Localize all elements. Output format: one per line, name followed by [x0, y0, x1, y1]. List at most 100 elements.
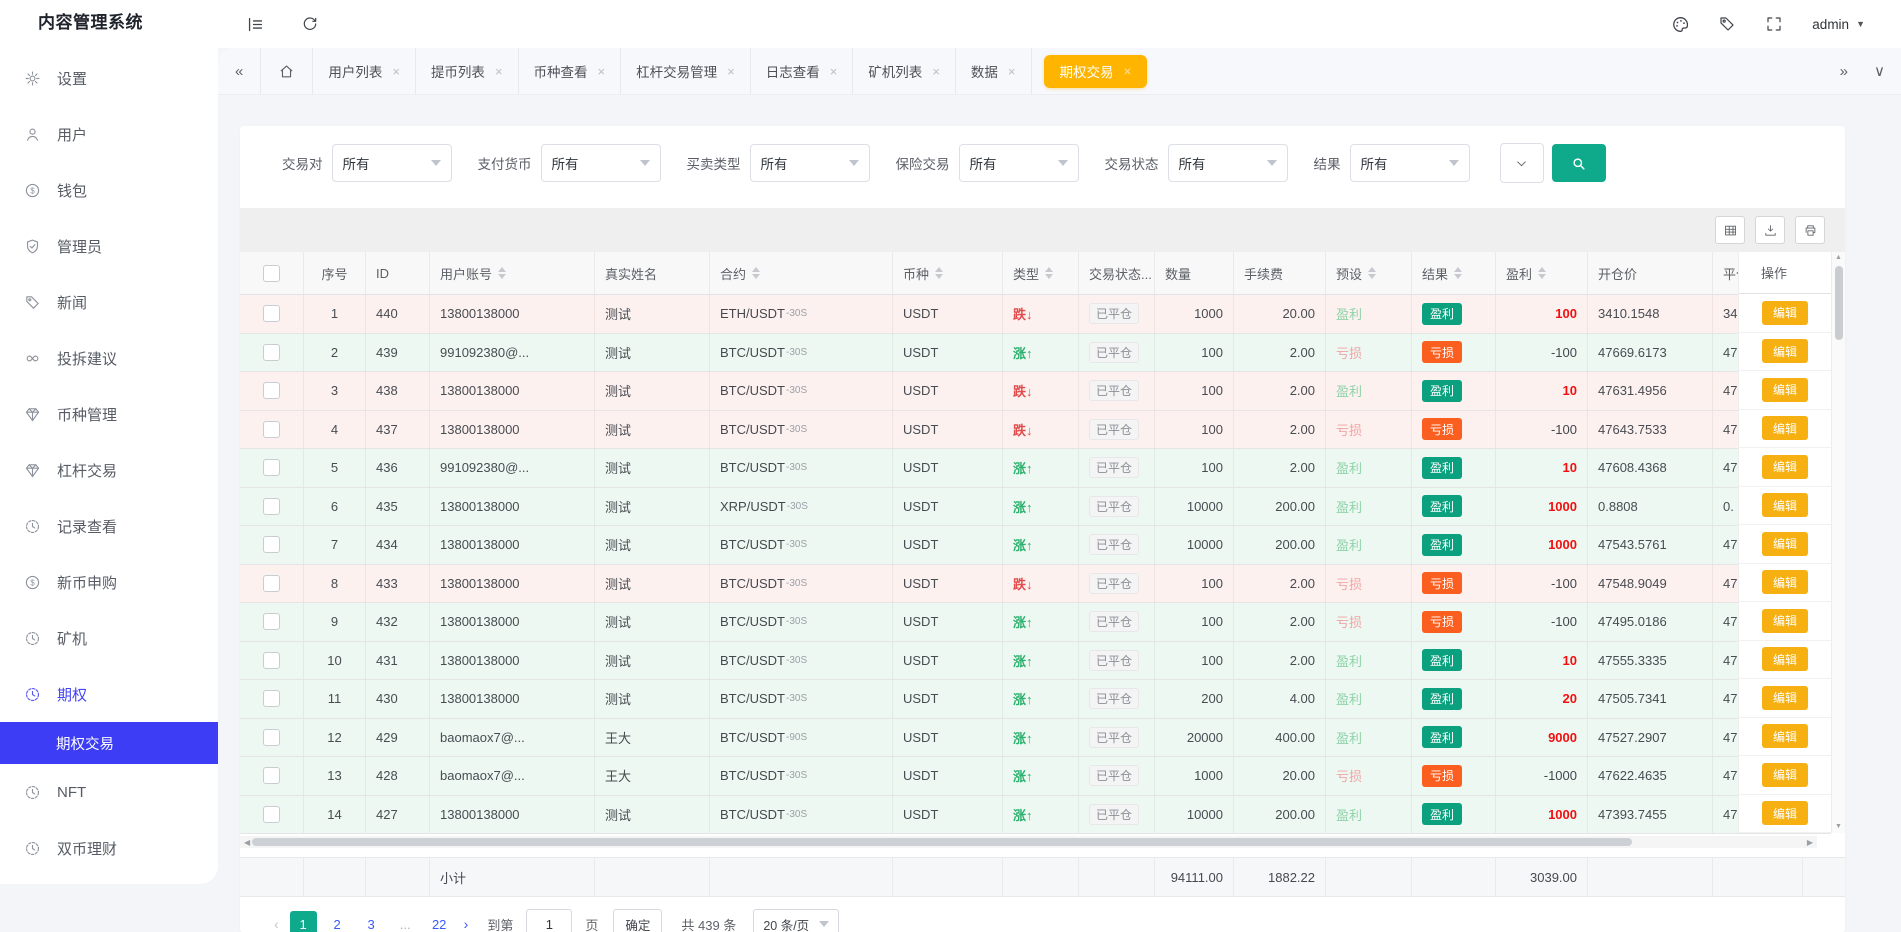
sort-icon[interactable]	[752, 267, 760, 279]
sidebar-item-users[interactable]: 用户	[0, 106, 218, 162]
sidebar-item-nft[interactable]: NFT	[0, 764, 218, 820]
edit-button[interactable]: 编辑	[1762, 416, 1808, 440]
tabs-menu-icon[interactable]: ∨	[1874, 62, 1885, 80]
sidebar-item-leverage[interactable]: 杠杆交易	[0, 442, 218, 498]
scroll-up-icon[interactable]: ▲	[1835, 252, 1842, 264]
edit-button[interactable]: 编辑	[1762, 647, 1808, 671]
row-checkbox[interactable]	[263, 729, 280, 746]
sort-icon[interactable]	[1538, 267, 1546, 279]
tab-log-view[interactable]: 日志查看×	[751, 48, 854, 94]
col-header-result[interactable]: 结果	[1412, 252, 1496, 294]
sort-icon[interactable]	[1045, 267, 1053, 279]
tab-data[interactable]: 数据×	[956, 48, 1032, 94]
next-page-icon[interactable]: ›	[460, 916, 473, 932]
row-checkbox[interactable]	[263, 613, 280, 630]
tab-withdraw-list[interactable]: 提币列表×	[416, 48, 519, 94]
tabs-scroll-left-icon[interactable]: «	[218, 48, 261, 94]
search-button[interactable]	[1552, 144, 1606, 182]
user-menu[interactable]: admin ▼	[1812, 17, 1865, 32]
row-checkbox[interactable]	[263, 806, 280, 823]
print-icon[interactable]	[1795, 216, 1825, 244]
row-checkbox[interactable]	[263, 498, 280, 515]
refresh-icon[interactable]	[301, 15, 320, 34]
col-header-account[interactable]: 用户账号	[430, 252, 595, 294]
tab-coin-view[interactable]: 币种查看×	[519, 48, 622, 94]
pagination-page-22[interactable]: 22	[426, 911, 453, 932]
filter-select-pay-currency[interactable]: 所有	[541, 144, 661, 182]
edit-button[interactable]: 编辑	[1762, 724, 1808, 748]
tab-miner-list[interactable]: 矿机列表×	[853, 48, 956, 94]
sidebar-item-news[interactable]: 新闻	[0, 274, 218, 330]
filter-select-trade-status[interactable]: 所有	[1168, 144, 1288, 182]
tab-leverage-mgmt[interactable]: 杠杆交易管理×	[621, 48, 751, 94]
row-checkbox[interactable]	[263, 421, 280, 438]
sidebar-item-options[interactable]: 期权	[0, 666, 218, 722]
export-download-icon[interactable]	[1755, 216, 1785, 244]
pagination-page-2[interactable]: 2	[324, 911, 351, 932]
columns-grid-icon[interactable]	[1715, 216, 1745, 244]
col-header-coin[interactable]: 币种	[893, 252, 1003, 294]
fullscreen-icon[interactable]	[1765, 15, 1784, 34]
collapse-menu-icon[interactable]	[246, 15, 265, 34]
col-header-status[interactable]: 交易状态...	[1079, 252, 1155, 294]
edit-button[interactable]: 编辑	[1762, 609, 1808, 633]
edit-button[interactable]: 编辑	[1762, 339, 1808, 363]
prev-page-icon[interactable]: ‹	[270, 916, 283, 932]
tab-close-icon[interactable]: ×	[932, 64, 940, 79]
row-checkbox[interactable]	[263, 767, 280, 784]
home-tab-icon[interactable]	[261, 48, 313, 94]
filter-select-pair[interactable]: 所有	[332, 144, 452, 182]
sidebar-item-miner[interactable]: 矿机	[0, 610, 218, 666]
edit-button[interactable]: 编辑	[1762, 493, 1808, 517]
row-checkbox[interactable]	[263, 382, 280, 399]
tab-user-list[interactable]: 用户列表×	[313, 48, 416, 94]
sidebar-item-dual-finance[interactable]: 双币理财	[0, 820, 218, 876]
vertical-scrollbar[interactable]: ▲ ▼	[1831, 252, 1845, 833]
edit-button[interactable]: 编辑	[1762, 378, 1808, 402]
confirm-button[interactable]: 确定	[613, 909, 662, 932]
horizontal-scrollbar[interactable]: ◀ ▶	[240, 836, 1817, 848]
tab-close-icon[interactable]: ×	[727, 64, 735, 79]
col-header-contract[interactable]: 合约	[710, 252, 893, 294]
edit-button[interactable]: 编辑	[1762, 532, 1808, 556]
filter-select-insurance[interactable]: 所有	[959, 144, 1079, 182]
tag-icon[interactable]	[1718, 15, 1737, 34]
vertical-scroll-thumb[interactable]	[1835, 266, 1843, 340]
tab-options-trade[interactable]: 期权交易×	[1044, 55, 1148, 88]
edit-button[interactable]: 编辑	[1762, 801, 1808, 825]
edit-button[interactable]: 编辑	[1762, 455, 1808, 479]
scroll-right-icon[interactable]: ▶	[1805, 838, 1815, 847]
row-checkbox[interactable]	[263, 652, 280, 669]
sidebar-item-settings[interactable]: 设置	[0, 50, 218, 106]
filter-select-result[interactable]: 所有	[1350, 144, 1470, 182]
sidebar-item-admins[interactable]: 管理员	[0, 218, 218, 274]
edit-button[interactable]: 编辑	[1762, 301, 1808, 325]
palette-icon[interactable]	[1671, 15, 1690, 34]
pagination-page-1[interactable]: 1	[290, 911, 317, 932]
page-size-select[interactable]: 20 条/页	[753, 909, 839, 932]
edit-button[interactable]: 编辑	[1762, 570, 1808, 594]
sort-icon[interactable]	[498, 267, 506, 279]
col-header-profit[interactable]: 盈利	[1496, 252, 1588, 294]
header-checkbox[interactable]	[263, 265, 280, 282]
col-header-preset[interactable]: 预设	[1326, 252, 1412, 294]
goto-page-input[interactable]	[526, 909, 572, 932]
row-checkbox[interactable]	[263, 305, 280, 322]
tab-close-icon[interactable]: ×	[598, 64, 606, 79]
tab-close-icon[interactable]: ×	[392, 64, 400, 79]
tab-close-icon[interactable]: ×	[1008, 64, 1016, 79]
row-checkbox[interactable]	[263, 575, 280, 592]
filter-expand-button[interactable]	[1500, 143, 1544, 183]
sidebar-item-currency[interactable]: 币种管理	[0, 386, 218, 442]
filter-select-trade-type[interactable]: 所有	[750, 144, 870, 182]
horizontal-scroll-thumb[interactable]	[252, 838, 1632, 846]
sort-icon[interactable]	[1368, 267, 1376, 279]
sort-icon[interactable]	[1454, 267, 1462, 279]
scroll-down-icon[interactable]: ▼	[1835, 821, 1842, 833]
tab-close-icon[interactable]: ×	[495, 64, 503, 79]
col-header-type[interactable]: 类型	[1003, 252, 1079, 294]
row-checkbox[interactable]	[263, 344, 280, 361]
edit-button[interactable]: 编辑	[1762, 686, 1808, 710]
sidebar-item-wallet[interactable]: $钱包	[0, 162, 218, 218]
row-checkbox[interactable]	[263, 690, 280, 707]
